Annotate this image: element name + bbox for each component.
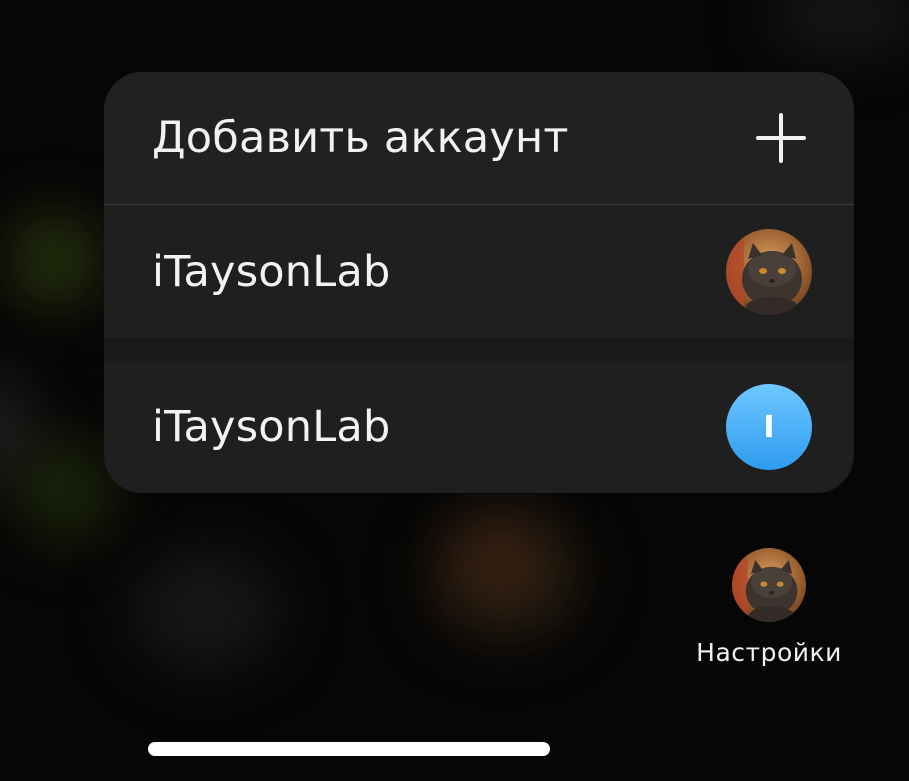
background-blur xyxy=(455,520,545,600)
account-item-2[interactable]: iTaysonLab I xyxy=(104,361,854,493)
cat-avatar-icon xyxy=(732,548,806,622)
account-name: iTaysonLab xyxy=(152,402,391,452)
account-name: iTaysonLab xyxy=(152,246,391,297)
background-blur xyxy=(770,0,909,50)
avatar: I xyxy=(726,384,812,470)
settings-label: Настройки xyxy=(696,638,842,667)
avatar-initial: I xyxy=(763,409,775,445)
avatar xyxy=(726,228,812,315)
cat-avatar-icon xyxy=(726,228,812,315)
avatar xyxy=(732,548,806,622)
background-blur xyxy=(10,215,100,305)
plus-icon xyxy=(756,113,806,163)
account-item-1[interactable]: iTaysonLab xyxy=(104,205,854,338)
home-indicator[interactable] xyxy=(148,742,550,756)
add-account-button[interactable]: Добавить аккаунт xyxy=(104,72,854,204)
background-blur xyxy=(15,440,115,540)
home-screen: Добавить аккаунт iTaysonLab iTaysonLab I… xyxy=(0,0,909,781)
background-blur xyxy=(130,550,280,670)
group-divider xyxy=(104,338,854,361)
account-context-menu: Добавить аккаунт iTaysonLab iTaysonLab I xyxy=(104,72,854,493)
add-account-label: Добавить аккаунт xyxy=(152,113,569,163)
settings-tab[interactable]: Настройки xyxy=(684,548,854,678)
